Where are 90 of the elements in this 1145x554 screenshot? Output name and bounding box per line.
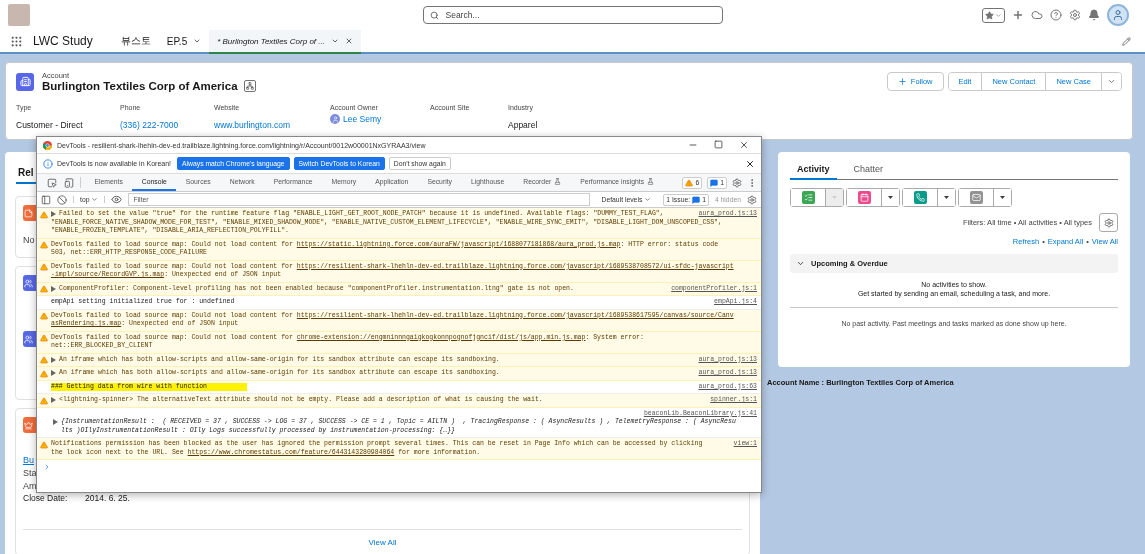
app-name: LWC Study <box>33 34 93 48</box>
view-all-link[interactable]: View All <box>368 538 397 547</box>
photo-placeholder <box>8 4 30 26</box>
message-icon <box>710 178 719 187</box>
device-icon[interactable] <box>64 177 74 188</box>
caret-icon <box>1000 195 1005 200</box>
settings-button[interactable] <box>1099 213 1118 232</box>
activity-tab[interactable]: Chatter <box>846 160 891 180</box>
search-bar[interactable]: Search... <box>422 6 723 24</box>
caret-icon <box>995 11 1002 19</box>
app-launcher-icon[interactable] <box>10 34 23 48</box>
warning-icon <box>40 263 48 271</box>
close-icon[interactable] <box>745 158 755 169</box>
message-icon <box>692 195 701 204</box>
warning-icon <box>40 440 48 449</box>
chevron-icon <box>796 259 805 268</box>
caret-icon <box>832 195 837 200</box>
expand-arrow-icon[interactable] <box>51 211 56 218</box>
warning-icon <box>40 285 48 293</box>
field-value: 2014. 6. 25. <box>85 493 130 503</box>
expand-arrow-icon[interactable] <box>51 285 56 292</box>
activity-tab[interactable]: Activity <box>790 160 837 180</box>
search-icon <box>429 10 439 20</box>
bell-icon[interactable] <box>1088 9 1100 21</box>
maximize-icon[interactable] <box>714 140 723 149</box>
favorites-button[interactable] <box>982 7 1005 23</box>
caret-icon <box>644 196 652 203</box>
dropdown-button[interactable] <box>881 189 899 206</box>
field-value: Customer - Direct <box>16 120 83 130</box>
warning-icon <box>40 241 48 249</box>
eye-icon[interactable] <box>111 194 123 205</box>
field-label: Sta <box>23 468 37 478</box>
search-field[interactable]: Search... <box>443 9 716 21</box>
inspect-icon[interactable] <box>47 177 57 188</box>
warning-icon <box>40 369 48 378</box>
field-link[interactable]: www.burlington.com <box>214 120 291 130</box>
nav-item[interactable]: EP.5 <box>158 30 210 52</box>
warning-icon <box>40 356 48 364</box>
flask-icon <box>647 178 655 185</box>
add-icon[interactable] <box>1012 9 1024 21</box>
warning-icon <box>685 178 694 187</box>
caret-icon <box>1107 77 1116 86</box>
calendar-icon <box>859 193 869 202</box>
settings-icon[interactable] <box>1069 9 1081 21</box>
caret-icon <box>888 195 893 200</box>
account-icon <box>16 72 34 91</box>
expand-arrow-icon[interactable] <box>51 397 56 404</box>
nav-item[interactable]: * Burlington Textiles Corp of ... <box>209 30 361 54</box>
field-value: Apparel <box>508 120 538 130</box>
warning-icon <box>40 396 48 405</box>
field-link[interactable]: (336) 222-7000 <box>120 120 179 130</box>
prompt-icon[interactable] <box>43 463 51 471</box>
user-avatar-icon <box>330 114 340 124</box>
settings-icon[interactable] <box>747 194 757 205</box>
caret-icon <box>944 195 949 200</box>
warning-icon <box>40 210 48 219</box>
avatar[interactable] <box>1107 4 1129 26</box>
warning-icon <box>40 334 48 342</box>
flask-icon <box>554 178 562 185</box>
record-link[interactable]: Bu <box>23 455 34 465</box>
dropdown-button[interactable] <box>993 189 1011 206</box>
owner-link[interactable]: Lee Semy <box>343 114 382 124</box>
sidebar-icon[interactable] <box>41 194 51 205</box>
field-label: Am <box>23 481 37 491</box>
info-icon <box>43 158 53 169</box>
star-icon <box>985 10 994 20</box>
expand-arrow-icon[interactable] <box>53 419 58 426</box>
dropdown-button[interactable] <box>937 189 955 206</box>
cloud-icon[interactable] <box>1031 9 1043 21</box>
phone-icon <box>915 193 925 202</box>
hierarchy-button[interactable] <box>243 80 256 92</box>
task-list-icon <box>803 193 813 202</box>
close-icon[interactable] <box>739 140 749 150</box>
plus-icon <box>897 77 907 86</box>
hierarchy-icon <box>245 82 254 90</box>
nav-item[interactable]: 뷰스토 <box>112 30 159 52</box>
edit-icon[interactable] <box>1122 36 1131 46</box>
warning-icon <box>40 312 48 320</box>
mail-icon <box>971 193 981 202</box>
chevron-icon[interactable] <box>330 37 339 45</box>
empty-text: No <box>23 235 35 245</box>
record-name: Burlington Textiles Corp of America <box>42 80 238 92</box>
settings-icon <box>1103 217 1114 228</box>
help-icon[interactable] <box>1050 9 1062 21</box>
field-label: Close Date: <box>23 493 69 503</box>
settings-icon[interactable] <box>732 177 742 188</box>
caret-icon <box>91 196 99 203</box>
clear-icon[interactable] <box>57 194 67 205</box>
chevron-icon[interactable] <box>193 37 202 45</box>
browser-logo-icon <box>43 140 52 150</box>
